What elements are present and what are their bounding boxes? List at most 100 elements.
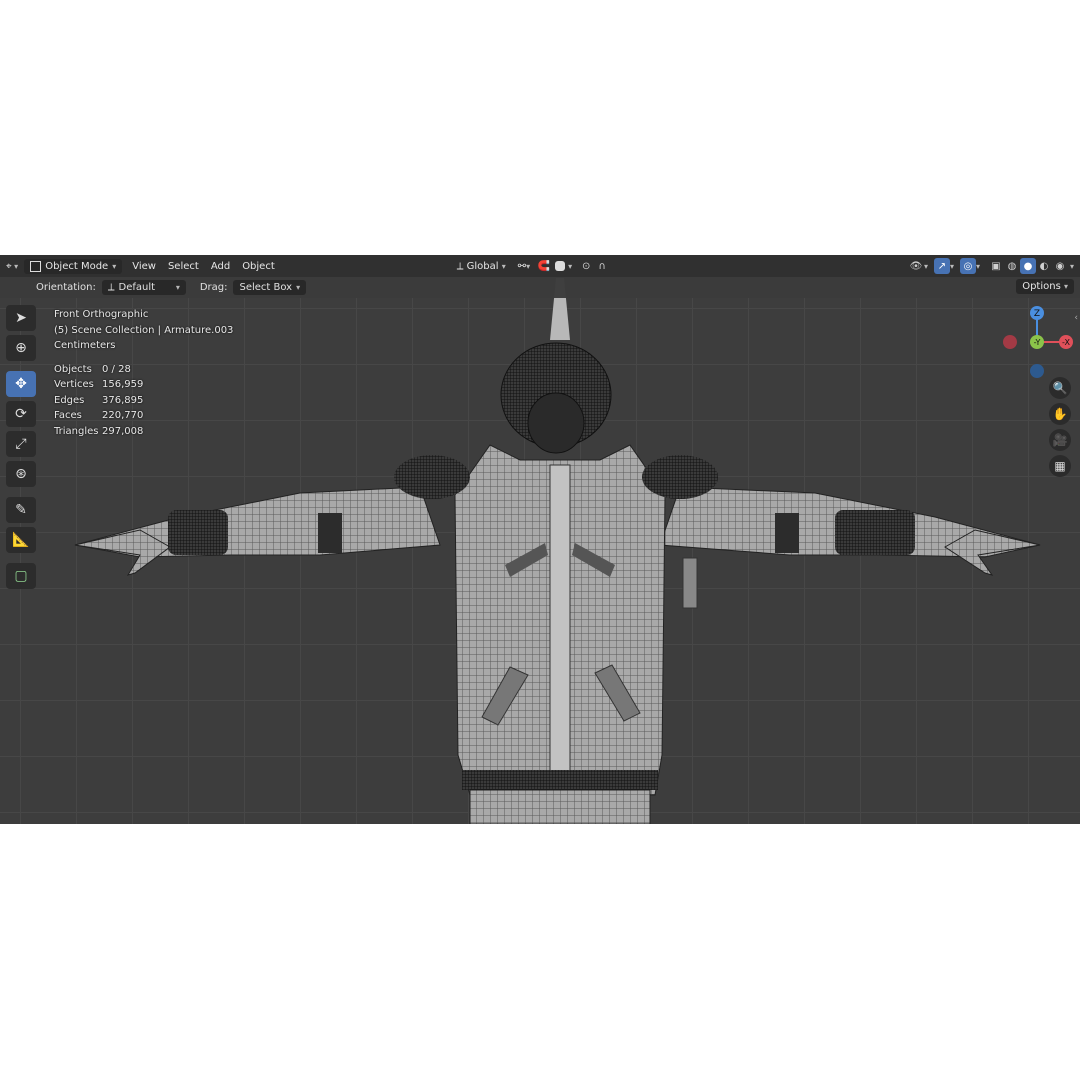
units-label: Centimeters — [54, 340, 116, 351]
stat-row: Edges 376,895 — [54, 393, 233, 409]
chevron-down-icon: ▾ — [1063, 282, 1068, 291]
orientation-label: Orientation: — [36, 282, 96, 293]
pan-button[interactable]: ✋ — [1049, 403, 1071, 425]
transform-space-label: Global — [466, 260, 499, 272]
legs — [469, 789, 651, 824]
x-neg-handle — [1003, 335, 1017, 349]
view-name: Front Orthographic — [54, 309, 149, 320]
menu-add[interactable]: Add — [205, 259, 236, 274]
camera-icon: 🎥 — [1052, 433, 1068, 447]
chevron-down-icon[interactable]: ▾ — [950, 262, 954, 271]
drag-label: Drag: — [199, 282, 228, 293]
chevron-down-icon: ▾ — [11, 261, 19, 271]
chevron-down-icon: ▾ — [501, 261, 506, 271]
stat-label: Faces — [54, 410, 82, 421]
camera-view-button[interactable]: 🎥 — [1049, 429, 1071, 451]
chevron-down-icon[interactable]: ▾ — [976, 262, 980, 271]
snap-icon[interactable]: 🧲 — [536, 258, 552, 274]
left-bracer — [168, 510, 228, 555]
orientation-value: Default — [118, 282, 156, 293]
move-icon: ✥ — [15, 376, 27, 392]
move-tool[interactable]: ✥ — [6, 371, 36, 397]
zoom-button[interactable]: 🔍 — [1049, 377, 1071, 399]
stat-label: Vertices — [54, 379, 94, 390]
right-shoulder-pad — [642, 455, 718, 499]
scale-tool[interactable]: ⤢ — [6, 431, 36, 457]
transform-icon: ⊛ — [15, 466, 27, 482]
link-icon: ⚯ — [517, 260, 527, 272]
transform-tool[interactable]: ⊛ — [6, 461, 36, 487]
y-axis-label: -Y — [1034, 338, 1041, 347]
rotate-tool[interactable]: ⟳ — [6, 401, 36, 427]
sidebar-toggle-icon[interactable]: ‹ — [1074, 313, 1078, 323]
z-axis-label: Z — [1034, 309, 1040, 319]
z-neg-handle — [1030, 364, 1044, 378]
pencil-icon: ✎ — [15, 502, 27, 518]
collection-path: (5) Scene Collection | Armature.003 — [54, 324, 234, 336]
left-shoulder-pad — [394, 455, 470, 499]
3d-viewport[interactable]: ⌖ ▾ Object Mode ▾ View Select Add Object… — [0, 255, 1080, 824]
chevron-down-icon[interactable]: ▾ — [1070, 262, 1074, 271]
drag-dropdown[interactable]: Select Box ▾ — [233, 280, 307, 295]
mode-label: Object Mode — [45, 260, 109, 272]
stat-label: Objects — [54, 363, 92, 375]
chevron-down-icon: ▾ — [112, 261, 117, 271]
select-box-tool[interactable]: ➤ — [6, 305, 36, 331]
menu-select[interactable]: Select — [162, 259, 205, 274]
menu-object[interactable]: Object — [236, 259, 281, 274]
right-strap — [775, 513, 799, 553]
ruler-icon: 📐 — [12, 532, 30, 548]
left-strap — [318, 513, 342, 553]
falloff-icon[interactable]: ∩ — [594, 258, 610, 274]
snap-target-icon[interactable] — [555, 261, 566, 271]
visibility-icon[interactable]: 👁 — [908, 258, 924, 274]
cursor-tool[interactable]: ⊕ — [6, 335, 36, 361]
orientation-dropdown[interactable]: ⟂ Default ▾ — [101, 280, 186, 295]
overlays-toggle-icon[interactable]: ◎ — [959, 258, 976, 274]
stat-value: 297,008 — [102, 425, 144, 437]
ortho-toggle-button[interactable]: ▦ — [1049, 455, 1071, 477]
pivot-dropdown[interactable]: ⚯▾ — [512, 259, 536, 274]
navigation-gizmo[interactable]: Z -X -Y — [1000, 305, 1074, 379]
stat-row: Triangles 297,008 — [54, 424, 233, 440]
chevron-down-icon[interactable]: ▾ — [568, 262, 572, 271]
menu-view[interactable]: View — [126, 259, 162, 274]
annotate-tool[interactable]: ✎ — [6, 497, 36, 523]
hand-icon: ✋ — [1052, 407, 1068, 421]
gizmo-toggle-icon[interactable]: ↗ — [933, 258, 950, 274]
toolbar: ➤ ⊕ ✥ ⟳ ⤢ ⊛ ✎ 📐 ▢ — [6, 305, 40, 593]
options-label: Options — [1022, 281, 1061, 292]
belt — [462, 770, 658, 790]
material-shading-icon[interactable]: ◐ — [1036, 258, 1052, 274]
solid-shading-icon[interactable]: ● — [1019, 258, 1036, 274]
chevron-down-icon: ▾ — [175, 283, 180, 292]
rendered-shading-icon[interactable]: ◉ — [1052, 258, 1068, 274]
object-mode-icon — [30, 260, 42, 272]
x-axis-label: -X — [1062, 338, 1070, 347]
cursor-arrow-icon: ➤ — [15, 310, 27, 326]
drag-value: Select Box — [239, 282, 293, 293]
stat-label: Edges — [54, 394, 85, 406]
zoom-icon: 🔍 — [1052, 381, 1068, 395]
xray-icon[interactable]: ▣ — [988, 258, 1004, 274]
chevron-down-icon: ▾ — [526, 261, 531, 271]
stat-value: 220,770 — [102, 410, 144, 421]
stat-row: Faces 220,770 — [54, 408, 233, 424]
stat-value: 156,959 — [102, 379, 144, 390]
stat-label: Triangles — [54, 425, 99, 437]
mode-dropdown[interactable]: Object Mode ▾ — [24, 258, 123, 274]
stat-value: 376,895 — [102, 394, 144, 406]
add-cube-tool[interactable]: ▢ — [6, 563, 36, 589]
options-dropdown[interactable]: Options ▾ — [1016, 279, 1074, 294]
scene-stats: Objects 0 / 28 Vertices 156,959 Edges 376,8… — [54, 362, 233, 440]
scale-icon: ⤢ — [15, 436, 27, 452]
editor-type-button[interactable]: ⌖ ▾ — [0, 259, 24, 274]
proportional-edit-icon[interactable]: ⊙ — [578, 258, 594, 274]
transform-orientation-dropdown[interactable]: ⟂ Global ▾ — [451, 259, 512, 274]
right-bracer — [835, 510, 915, 555]
orientation-icon: ⟂ — [107, 282, 115, 293]
chevron-down-icon[interactable]: ▾ — [924, 262, 928, 271]
wireframe-shading-icon[interactable]: ◍ — [1004, 258, 1020, 274]
measure-tool[interactable]: 📐 — [6, 527, 36, 553]
viewport-info-overlay: Front Orthographic (5) Scene Collection … — [54, 307, 233, 439]
